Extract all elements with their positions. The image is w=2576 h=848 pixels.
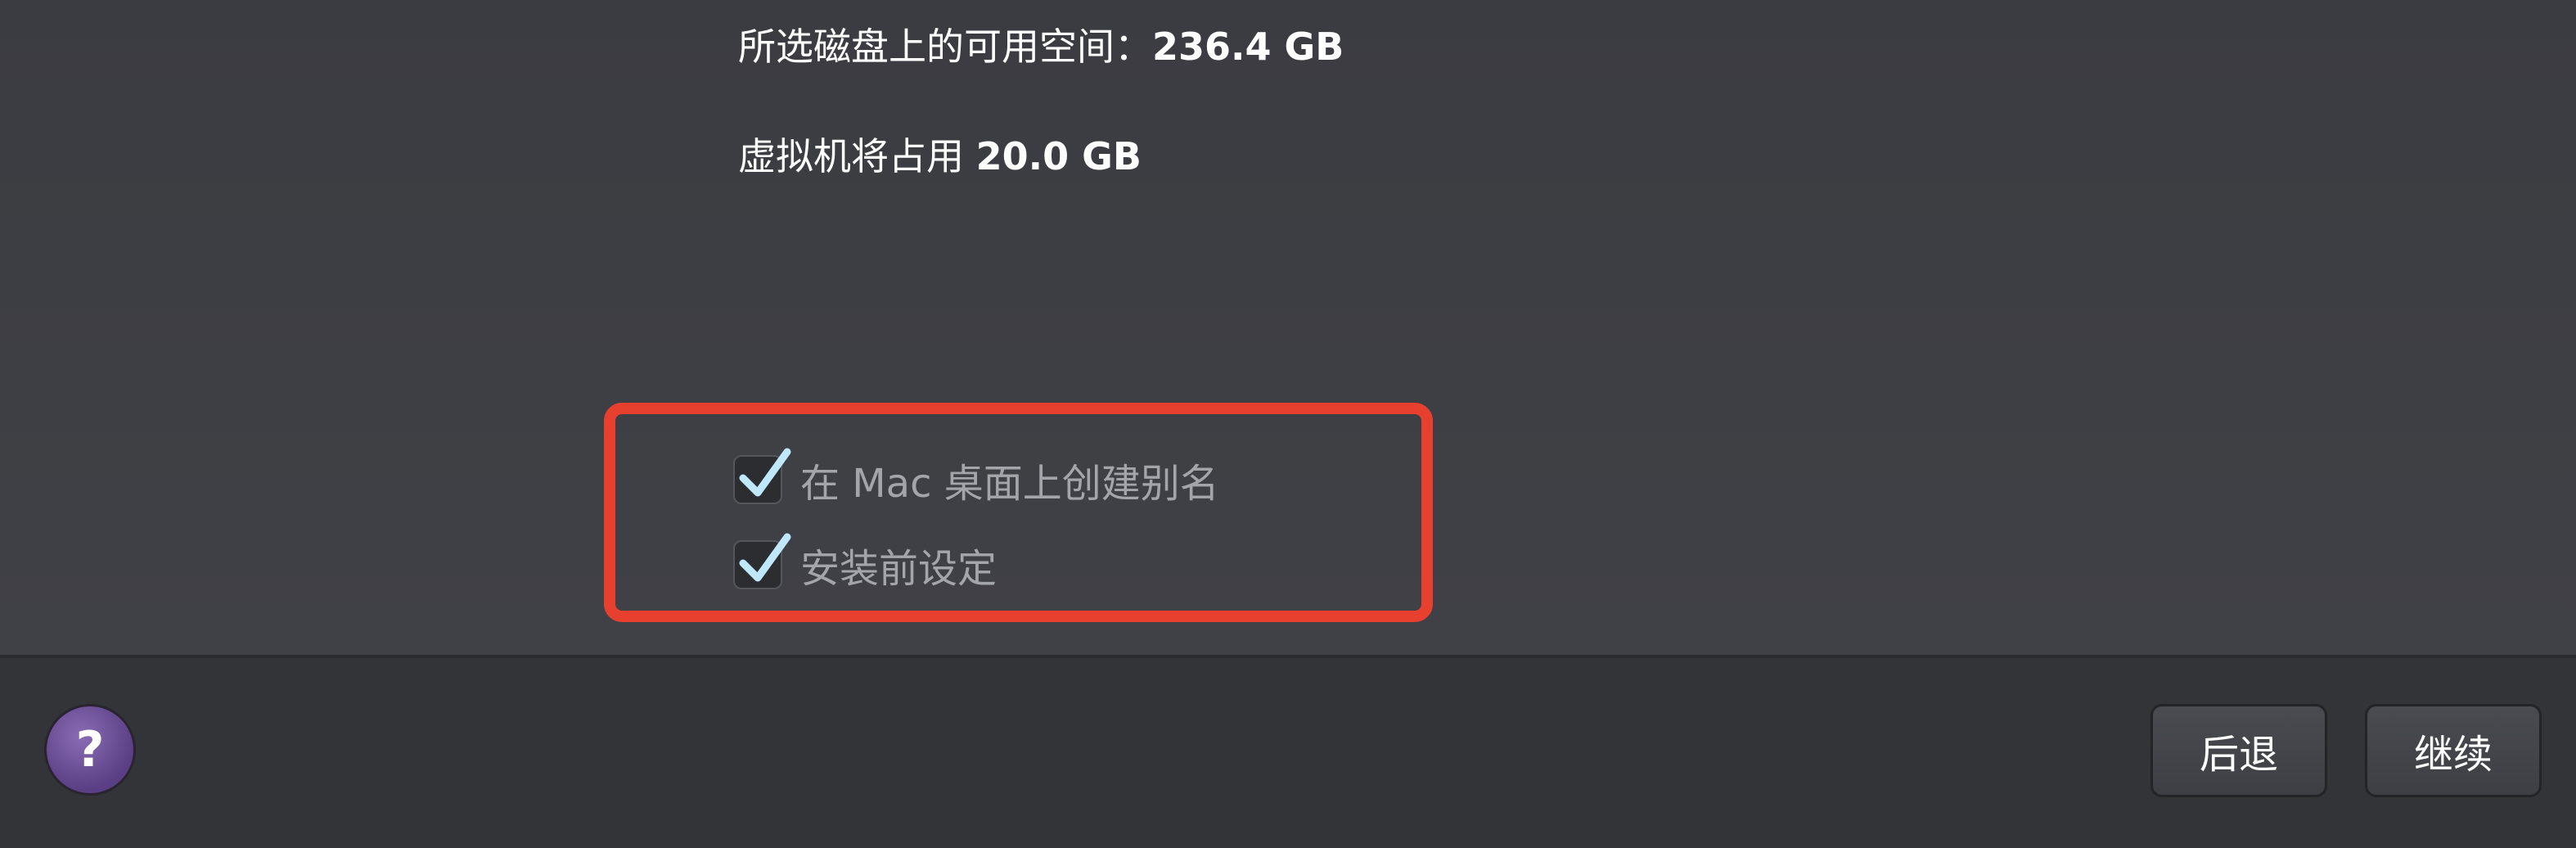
main-panel: 所选磁盘上的可用空间：236.4 GB 虚拟机将占用 20.0 GB 在 Mac… bbox=[0, 0, 2576, 655]
continue-button[interactable]: 继续 bbox=[2365, 704, 2542, 797]
configure-before-install-checkbox[interactable] bbox=[733, 533, 791, 589]
create-alias-label: 在 Mac 桌面上创建别名 bbox=[800, 461, 1219, 507]
question-mark-icon: ? bbox=[75, 721, 105, 778]
vm-usage-value: 20.0 GB bbox=[975, 134, 1142, 178]
checkmark-icon bbox=[739, 448, 791, 497]
highlight-annotation-box bbox=[604, 403, 1433, 622]
create-alias-option[interactable]: 在 Mac 桌面上创建别名 bbox=[733, 448, 1219, 507]
checkmark-icon bbox=[739, 533, 791, 582]
back-button[interactable]: 后退 bbox=[2150, 704, 2327, 797]
free-space-line: 所选磁盘上的可用空间：236.4 GB bbox=[738, 28, 1344, 65]
free-space-label: 所选磁盘上的可用空间： bbox=[738, 25, 1152, 69]
free-space-value: 236.4 GB bbox=[1152, 25, 1344, 69]
vm-usage-label: 虚拟机将占用 bbox=[738, 134, 976, 178]
vm-usage-line: 虚拟机将占用 20.0 GB bbox=[738, 138, 1142, 175]
configure-before-install-option[interactable]: 安装前设定 bbox=[733, 533, 998, 592]
configure-before-install-label: 安装前设定 bbox=[800, 546, 998, 592]
help-button[interactable]: ? bbox=[44, 704, 136, 796]
footer-bar: ? 后退 继续 bbox=[0, 655, 2576, 848]
create-alias-checkbox[interactable] bbox=[733, 448, 791, 504]
